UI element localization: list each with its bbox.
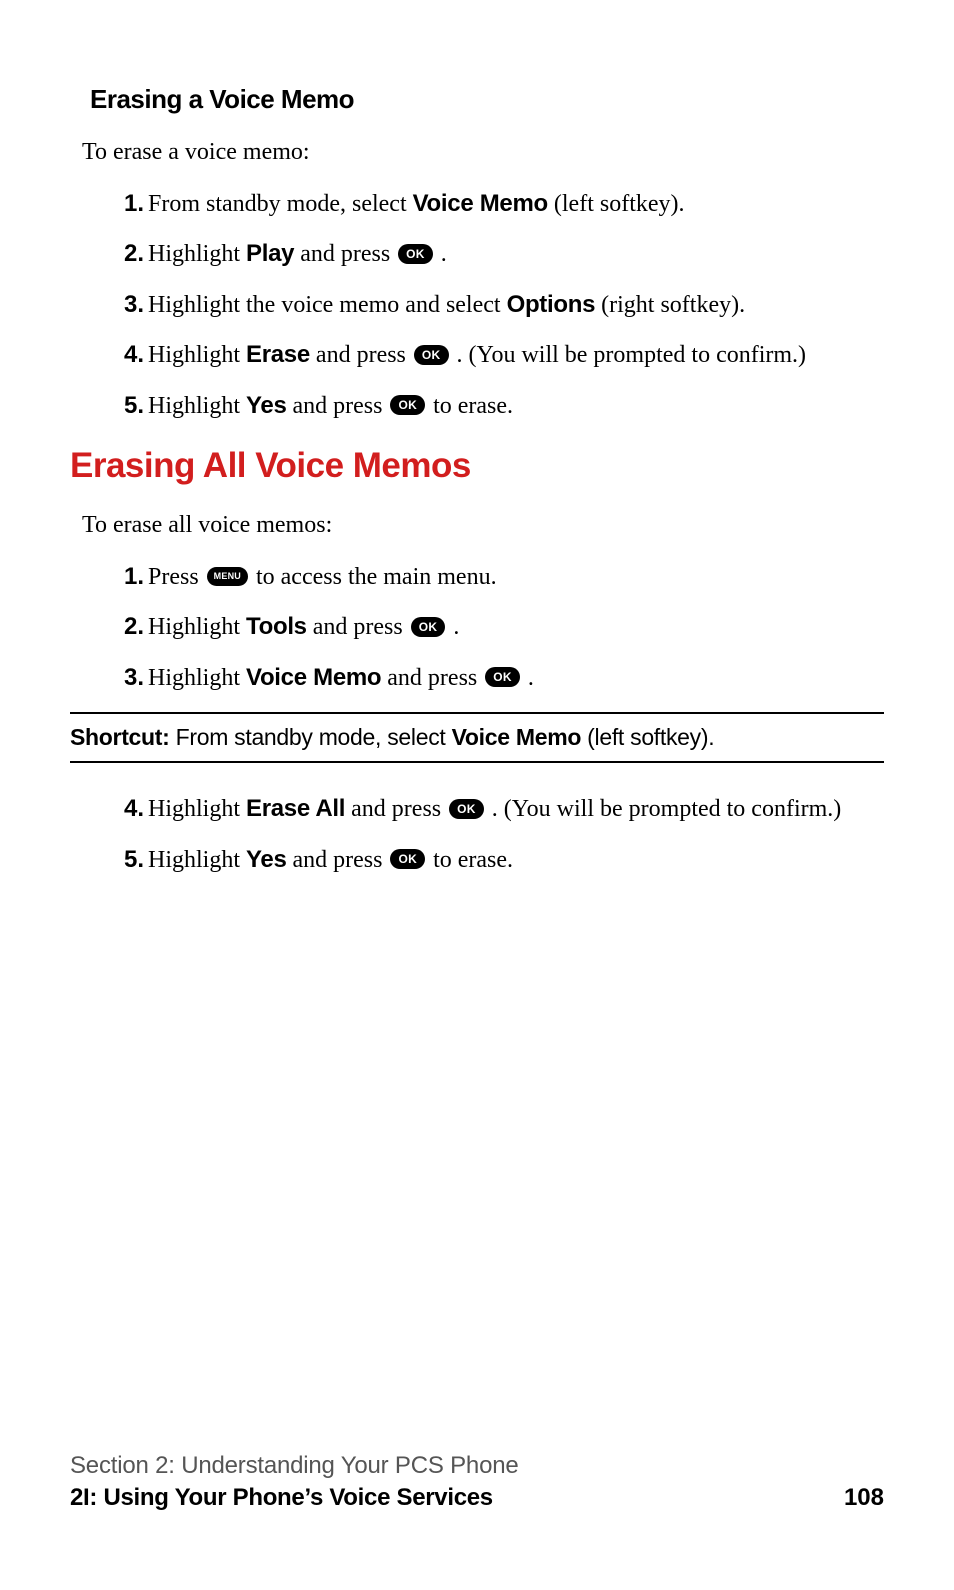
step-text: . (You will be prompted to confirm.) [451,342,807,368]
step-text: (left softkey). [548,191,685,217]
bold-term: Voice Memo [413,190,548,217]
step-number: 3. [114,289,144,321]
page-number: 108 [844,1484,884,1512]
bold-term: Erase [246,341,310,368]
ok-button-icon: OK [411,617,446,637]
step-item: 4. Highlight Erase All and press OK . (Y… [148,793,844,825]
step-text: and press [310,342,412,368]
step-text: and press [307,614,409,640]
step-text: and press [294,241,396,267]
steps-list-erase-all-b: 4. Highlight Erase All and press OK . (Y… [148,793,844,876]
step-text: to access the main menu. [250,564,497,590]
page-footer: Section 2: Understanding Your PCS Phone … [70,1452,884,1512]
step-text: Highlight [148,614,246,640]
shortcut-text: From standby mode, select [170,724,452,750]
step-number: 2. [114,611,144,643]
step-text: to erase. [427,847,513,873]
intro-text: To erase all voice memos: [82,512,884,539]
ok-button-icon: OK [390,849,425,869]
step-text: Highlight [148,847,246,873]
step-text: Highlight [148,796,246,822]
steps-list-erase-all-a: 1. Press MENU to access the main menu. 2… [148,561,844,694]
step-number: 2. [114,238,144,270]
ok-button-icon: OK [390,395,425,415]
step-text: . (You will be prompted to confirm.) [486,796,842,822]
step-item: 2. Highlight Tools and press OK . [148,611,844,643]
bold-term: Tools [246,613,307,640]
step-text: Press [148,564,205,590]
shortcut-callout: Shortcut: From standby mode, select Voic… [70,712,884,763]
ok-button-icon: OK [485,667,520,687]
step-item: 3. Highlight Voice Memo and press OK . [148,662,844,694]
ok-button-icon: OK [414,345,449,365]
heading-erasing-all-voice-memos: Erasing All Voice Memos [70,446,884,486]
step-text: Highlight [148,342,246,368]
step-text: to erase. [427,393,513,419]
step-text: Highlight [148,241,246,267]
steps-list-erase-one: 1. From standby mode, select Voice Memo … [148,188,844,422]
step-item: 5. Highlight Yes and press OK to erase. [148,390,844,422]
step-number: 3. [114,662,144,694]
subheading-erasing-voice-memo: Erasing a Voice Memo [90,84,884,115]
bold-term: Voice Memo [246,664,381,691]
intro-text: To erase a voice memo: [82,139,884,166]
step-text: and press [287,393,389,419]
step-number: 4. [114,339,144,371]
step-number: 1. [114,561,144,593]
step-item: 2. Highlight Play and press OK . [148,238,844,270]
step-number: 5. [114,844,144,876]
step-number: 1. [114,188,144,220]
bold-term: Yes [246,846,286,873]
step-text: . [522,665,534,691]
step-text: Highlight [148,665,246,691]
step-text: (right softkey). [595,292,745,318]
step-item: 5. Highlight Yes and press OK to erase. [148,844,844,876]
step-item: 1. From standby mode, select Voice Memo … [148,188,844,220]
bold-term: Voice Memo [452,724,582,750]
bold-term: Play [246,240,294,267]
step-item: 4. Highlight Erase and press OK . (You w… [148,339,844,371]
step-number: 4. [114,793,144,825]
step-text: and press [287,847,389,873]
shortcut-label: Shortcut: [70,724,170,750]
step-text: . [447,614,459,640]
step-text: and press [345,796,447,822]
menu-button-icon: MENU [207,567,248,586]
step-item: 1. Press MENU to access the main menu. [148,561,844,593]
bold-term: Erase All [246,795,345,822]
footer-section-title: Section 2: Understanding Your PCS Phone [70,1452,884,1480]
step-text: Highlight the voice memo and select [148,292,507,318]
bold-term: Yes [246,392,286,419]
ok-button-icon: OK [449,799,484,819]
footer-subsection-title: 2I: Using Your Phone’s Voice Services [70,1484,493,1512]
step-text: From standby mode, select [148,191,413,217]
step-text: Highlight [148,393,246,419]
step-text: and press [381,665,483,691]
bold-term: Options [507,291,596,318]
step-text: . [435,241,447,267]
shortcut-text: (left softkey). [581,724,714,750]
step-number: 5. [114,390,144,422]
ok-button-icon: OK [398,244,433,264]
manual-page: Erasing a Voice Memo To erase a voice me… [0,0,954,1590]
step-item: 3. Highlight the voice memo and select O… [148,289,844,321]
